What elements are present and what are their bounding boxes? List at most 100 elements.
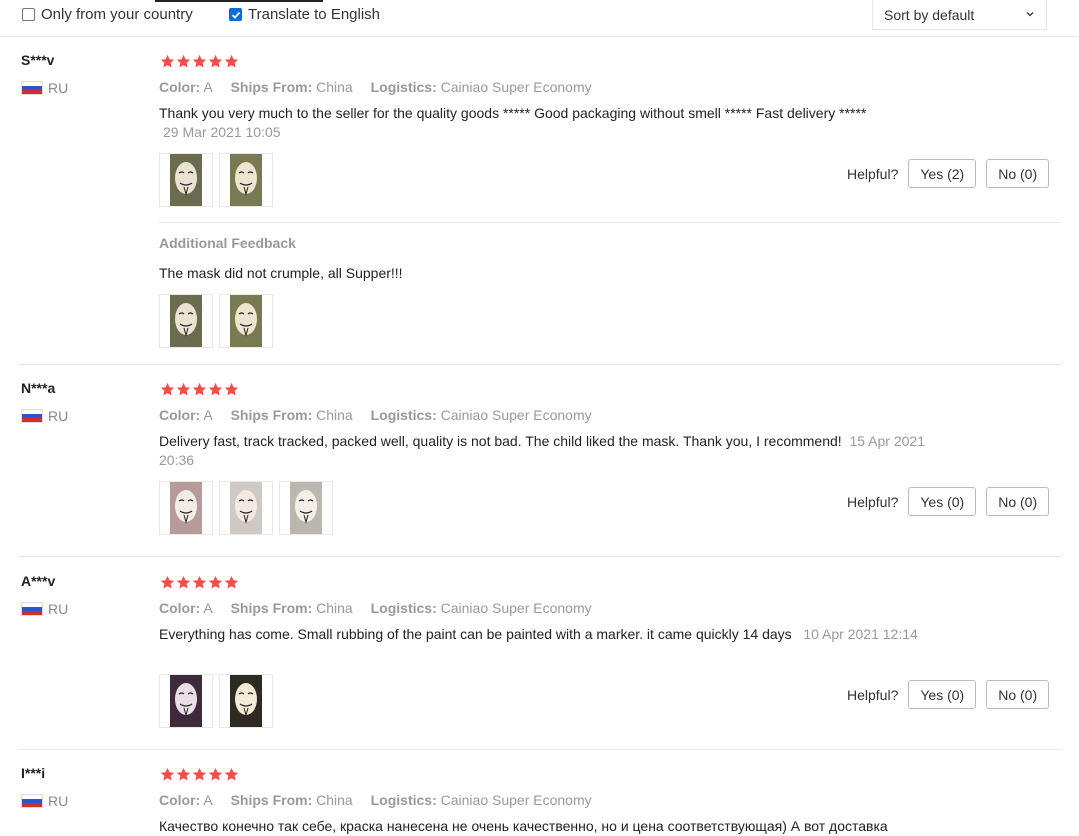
color-value: A bbox=[203, 79, 213, 95]
review-photo-thumbnail[interactable] bbox=[219, 674, 273, 728]
logistics-label: Logistics: bbox=[370, 600, 437, 616]
ships-from-value: China bbox=[316, 79, 353, 95]
review-photo-thumbnail[interactable] bbox=[219, 481, 273, 535]
review-divider bbox=[18, 556, 1061, 557]
review-meta: Color: A Ships From: China Logistics: Ca… bbox=[159, 600, 592, 616]
star-icon bbox=[176, 54, 191, 68]
review-photos bbox=[159, 153, 273, 207]
mask-photo-icon bbox=[170, 675, 202, 727]
sort-dropdown[interactable]: Sort by default bbox=[872, 0, 1047, 30]
review-text: Everything has come. Small rubbing of th… bbox=[159, 625, 949, 644]
translate-filter-label: Translate to English bbox=[248, 6, 381, 23]
logistics-label: Logistics: bbox=[370, 407, 437, 423]
color-label: Color: bbox=[159, 407, 201, 423]
helpful-controls: Helpful? Yes (0) No (0) bbox=[847, 487, 1059, 516]
country-filter[interactable]: Only from your country bbox=[22, 6, 193, 23]
mask-photo-icon bbox=[230, 675, 262, 727]
logistics-value: Cainiao Super Economy bbox=[440, 792, 592, 808]
helpful-no-button[interactable]: No (0) bbox=[986, 680, 1050, 709]
reviewer-name: N***a bbox=[21, 380, 56, 396]
color-label: Color: bbox=[159, 79, 201, 95]
review-meta: Color: A Ships From: China Logistics: Ca… bbox=[159, 407, 592, 423]
helpful-yes-button[interactable]: Yes (0) bbox=[908, 487, 977, 516]
color-value: A bbox=[203, 792, 213, 808]
star-icon bbox=[192, 575, 207, 589]
review-body: Delivery fast, track tracked, packed wel… bbox=[159, 433, 842, 449]
logistics-value: Cainiao Super Economy bbox=[440, 600, 592, 616]
ships-from-value: China bbox=[316, 600, 353, 616]
review-photo-thumbnail[interactable] bbox=[159, 294, 213, 348]
ships-from-label: Ships From: bbox=[230, 407, 313, 423]
ships-from-value: China bbox=[316, 792, 353, 808]
helpful-label: Helpful? bbox=[847, 493, 899, 510]
logistics-value: Cainiao Super Economy bbox=[440, 79, 592, 95]
review-photo-thumbnail[interactable] bbox=[219, 294, 273, 348]
helpful-yes-button[interactable]: Yes (0) bbox=[908, 680, 977, 709]
country-code: RU bbox=[48, 793, 69, 809]
reviewer-country: RU bbox=[21, 793, 68, 809]
additional-feedback-photos bbox=[159, 294, 273, 348]
country-code: RU bbox=[48, 80, 69, 96]
review-text: Качество конечно так себе, краска нанесе… bbox=[159, 817, 949, 836]
star-icon bbox=[176, 575, 191, 589]
review-text: Delivery fast, track tracked, packed wel… bbox=[159, 432, 949, 470]
star-icon bbox=[208, 767, 223, 781]
ships-from-label: Ships From: bbox=[230, 792, 313, 808]
mask-photo-icon bbox=[230, 295, 262, 347]
logistics-value: Cainiao Super Economy bbox=[440, 407, 592, 423]
review-photo-thumbnail[interactable] bbox=[159, 481, 213, 535]
star-icon bbox=[224, 575, 239, 589]
star-icon bbox=[160, 54, 175, 68]
star-icon bbox=[176, 382, 191, 396]
review-date: 29 Mar 2021 10:05 bbox=[163, 124, 281, 140]
review-body: Качество конечно так себе, краска нанесе… bbox=[159, 818, 888, 834]
helpful-no-button[interactable]: No (0) bbox=[986, 487, 1050, 516]
country-code: RU bbox=[48, 601, 69, 617]
country-checkbox[interactable] bbox=[22, 8, 35, 21]
color-value: A bbox=[203, 407, 213, 423]
ships-from-value: China bbox=[316, 407, 353, 423]
reviewer-name: I***i bbox=[21, 765, 46, 781]
russia-flag-icon bbox=[21, 409, 43, 423]
review-photo-thumbnail[interactable] bbox=[219, 153, 273, 207]
country-code: RU bbox=[48, 408, 69, 424]
helpful-no-button[interactable]: No (0) bbox=[986, 159, 1050, 188]
star-icon bbox=[224, 767, 239, 781]
mask-photo-icon bbox=[170, 154, 202, 206]
star-icon bbox=[176, 767, 191, 781]
reviewer-country: RU bbox=[21, 80, 68, 96]
review-photo-thumbnail[interactable] bbox=[159, 153, 213, 207]
russia-flag-icon bbox=[21, 602, 43, 616]
helpful-yes-button[interactable]: Yes (2) bbox=[908, 159, 977, 188]
reviewer-name: A***v bbox=[21, 573, 56, 589]
review-text: Thank you very much to the seller for th… bbox=[159, 104, 949, 142]
chevron-down-icon bbox=[1026, 12, 1034, 17]
mask-photo-icon bbox=[290, 482, 322, 534]
mask-photo-icon bbox=[230, 154, 262, 206]
rating-stars bbox=[160, 382, 239, 397]
star-icon bbox=[160, 767, 175, 781]
star-icon bbox=[192, 767, 207, 781]
logistics-label: Logistics: bbox=[370, 79, 437, 95]
review-photo-thumbnail[interactable] bbox=[159, 674, 213, 728]
star-icon bbox=[192, 54, 207, 68]
mask-photo-icon bbox=[170, 482, 202, 534]
country-filter-label: Only from your country bbox=[41, 6, 193, 23]
additional-feedback-heading: Additional Feedback bbox=[159, 235, 296, 251]
helpful-controls: Helpful? Yes (0) No (0) bbox=[847, 680, 1059, 709]
reviewer-country: RU bbox=[21, 601, 68, 617]
review-photo-thumbnail[interactable] bbox=[279, 481, 333, 535]
rating-stars bbox=[160, 575, 239, 590]
review-divider bbox=[18, 364, 1061, 365]
russia-flag-icon bbox=[21, 794, 43, 808]
star-icon bbox=[224, 54, 239, 68]
russia-flag-icon bbox=[21, 81, 43, 95]
star-icon bbox=[224, 382, 239, 396]
ships-from-label: Ships From: bbox=[230, 600, 313, 616]
translate-filter[interactable]: Translate to English bbox=[229, 6, 380, 23]
color-label: Color: bbox=[159, 792, 201, 808]
color-value: A bbox=[203, 600, 213, 616]
review-meta: Color: A Ships From: China Logistics: Ca… bbox=[159, 792, 592, 808]
review-meta: Color: A Ships From: China Logistics: Ca… bbox=[159, 79, 592, 95]
translate-checkbox[interactable] bbox=[229, 8, 242, 21]
